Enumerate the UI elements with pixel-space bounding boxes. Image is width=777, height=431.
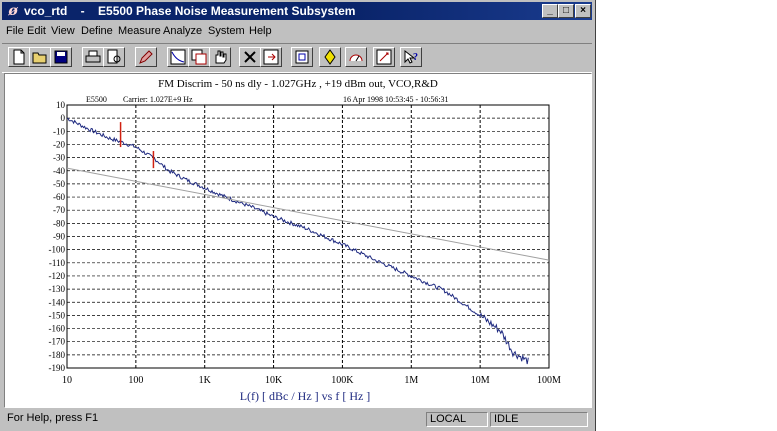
x-tick-label: 10K — [265, 375, 283, 386]
hand-icon[interactable] — [209, 47, 231, 67]
y-tick-label: -10 — [53, 126, 65, 136]
settings-icon[interactable] — [373, 47, 395, 67]
menu-bar: File Edit View Define Measure Analyze Sy… — [2, 22, 592, 40]
move-icon[interactable] — [260, 47, 282, 67]
instrument-label: E5500 — [86, 95, 107, 104]
y-tick-label: -20 — [53, 139, 65, 149]
y-tick-label: -80 — [53, 218, 65, 228]
minimize-button[interactable]: _ — [542, 4, 558, 18]
y-tick-label: -140 — [49, 297, 66, 307]
graph-icon[interactable] — [167, 47, 189, 67]
save-disk-icon[interactable] — [50, 47, 72, 67]
status-mode: LOCAL — [426, 412, 488, 427]
y-tick-label: -90 — [53, 232, 65, 242]
plot-area[interactable]: FM Discrim - 50 ns dly - 1.027GHz , +19 … — [4, 73, 592, 408]
menu-analyze[interactable]: Analyze — [163, 25, 202, 37]
toolbar: ? — [2, 43, 592, 73]
copy-graph-icon[interactable] — [188, 47, 210, 67]
y-tick-label: -190 — [49, 363, 66, 373]
y-tick-label: -170 — [49, 337, 66, 347]
carrier-label: Carrier: 1.027E+9 Hz — [123, 95, 193, 104]
y-tick-label: -100 — [49, 245, 66, 255]
menu-view[interactable]: View — [51, 25, 75, 37]
menu-measure[interactable]: Measure — [118, 25, 161, 37]
x-tick-label: 10 — [62, 375, 72, 386]
status-state: IDLE — [490, 412, 588, 427]
phi-icon[interactable]: ø — [5, 3, 21, 19]
y-tick-label: -70 — [53, 205, 65, 215]
x-tick-label: 100 — [128, 375, 143, 386]
menu-file[interactable]: File — [6, 25, 24, 37]
gauge-icon[interactable] — [345, 47, 367, 67]
x-tick-label: 1K — [199, 375, 212, 386]
x-tick-label: 10M — [471, 375, 490, 386]
maximize-button[interactable]: □ — [558, 4, 574, 18]
title-bar[interactable]: ø vco_rtd - E5500 Phase Noise Measuremen… — [2, 2, 592, 20]
phase-noise-chart[interactable]: FM Discrim - 50 ns dly - 1.027GHz , +19 … — [5, 74, 591, 407]
window-title: vco_rtd - E5500 Phase Noise Measurement … — [24, 4, 356, 18]
help-cursor-icon[interactable]: ? — [400, 47, 422, 67]
edit-pencil-icon[interactable] — [135, 47, 157, 67]
y-tick-label: -120 — [49, 271, 66, 281]
y-tick-label: -130 — [49, 284, 66, 294]
frame-icon[interactable] — [291, 47, 313, 67]
x-tick-label: 100K — [331, 375, 354, 386]
diamond-marker-icon[interactable] — [319, 47, 341, 67]
menu-define[interactable]: Define — [81, 25, 113, 37]
x-axis-label: L(f) [ dBc / Hz ] vs f [ Hz ] — [240, 389, 371, 403]
reference-line — [66, 167, 550, 261]
print-icon[interactable] — [82, 47, 104, 67]
close-button[interactable]: × — [575, 4, 591, 18]
application-window: ø vco_rtd - E5500 Phase Noise Measuremen… — [0, 0, 596, 431]
menu-help[interactable]: Help — [249, 25, 272, 37]
delete-x-icon[interactable] — [239, 47, 261, 67]
y-tick-label: 10 — [56, 100, 66, 110]
status-bar: For Help, press F1 LOCAL IDLE — [2, 411, 592, 429]
svg-text:?: ? — [413, 52, 418, 63]
y-tick-label: -110 — [49, 258, 66, 268]
y-tick-label: -150 — [49, 310, 66, 320]
y-tick-label: -50 — [53, 179, 65, 189]
open-folder-icon[interactable] — [29, 47, 51, 67]
print-preview-icon[interactable] — [103, 47, 125, 67]
status-help-text: For Help, press F1 — [7, 412, 99, 424]
y-tick-label: -160 — [49, 324, 66, 334]
y-tick-label: 0 — [61, 113, 66, 123]
menu-edit[interactable]: Edit — [27, 25, 46, 37]
y-tick-label: -180 — [49, 350, 66, 360]
x-tick-label: 100M — [537, 375, 561, 386]
x-tick-label: 1M — [404, 375, 418, 386]
y-tick-label: -60 — [53, 192, 65, 202]
y-tick-label: -30 — [53, 153, 65, 163]
y-tick-label: -40 — [53, 166, 65, 176]
date-label: 16 Apr 1998 10:53:45 - 10:56:31 — [343, 95, 449, 104]
chart-title: FM Discrim - 50 ns dly - 1.027GHz , +19 … — [158, 78, 438, 90]
new-file-icon[interactable] — [8, 47, 30, 67]
menu-system[interactable]: System — [208, 25, 245, 37]
